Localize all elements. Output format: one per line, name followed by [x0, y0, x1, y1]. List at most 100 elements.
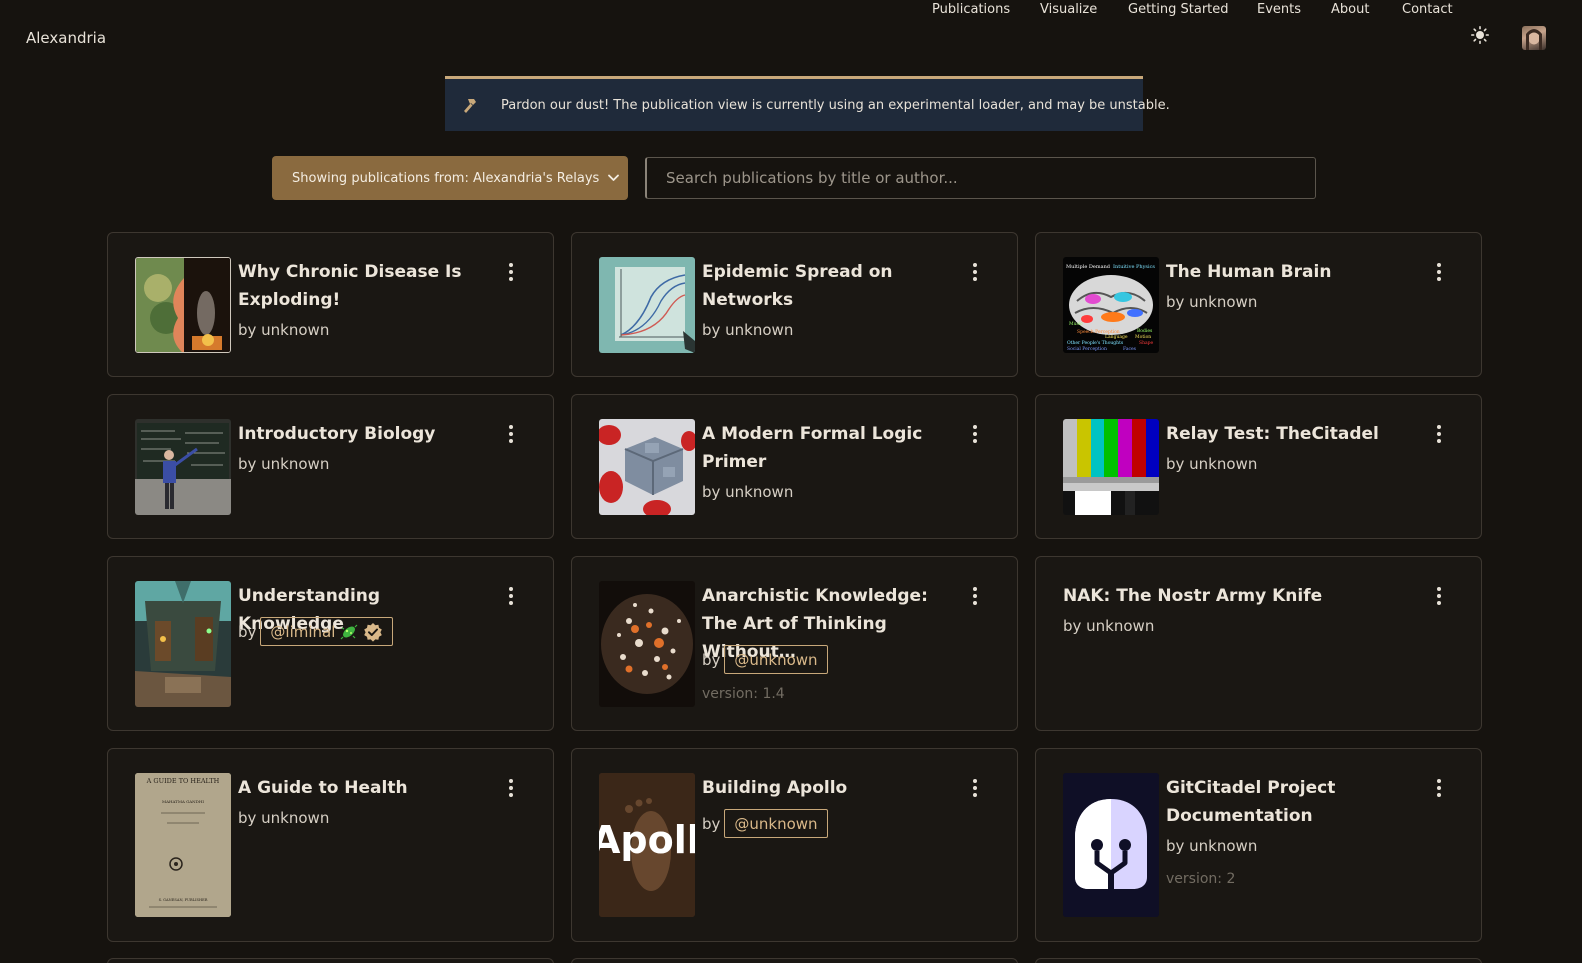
more-options-icon[interactable]: [972, 779, 978, 797]
publication-card[interactable]: Relay Test: TheCitadel by unknown: [1035, 394, 1482, 539]
publication-title[interactable]: The Human Brain: [1166, 258, 1416, 286]
publication-author: by unknown: [1166, 455, 1258, 473]
author-handle: @unknown: [734, 650, 818, 669]
publication-cover-image: [1063, 419, 1159, 515]
publication-author: by unknown: [238, 455, 330, 473]
publication-version: version: 1.4: [702, 686, 785, 702]
brain-label: Intuitive Physics: [1113, 264, 1155, 270]
microbe-emoji-icon: [340, 624, 358, 639]
more-options-icon[interactable]: [508, 425, 514, 443]
nav-publications[interactable]: Publications: [932, 2, 1010, 17]
publication-author: by @unknown: [702, 809, 828, 838]
more-options-icon[interactable]: [508, 263, 514, 281]
author-prefix: by: [702, 814, 721, 833]
relay-selector-label: Showing publications from: Alexandria's …: [292, 170, 600, 186]
author-badge[interactable]: @liminal: [260, 617, 394, 646]
publication-cover-image: Multiple Demand Intuitive Physics Music …: [1063, 257, 1159, 353]
publication-title[interactable]: NAK: The Nostr Army Knife: [1063, 582, 1413, 610]
publication-title[interactable]: Building Apollo: [702, 774, 952, 802]
brain-label: Multiple Demand: [1066, 264, 1111, 270]
publication-author: by unknown: [702, 321, 794, 339]
more-options-icon[interactable]: [508, 779, 514, 797]
brain-label: Other People's Thoughts: [1067, 340, 1124, 346]
brand-logo[interactable]: Alexandria: [26, 29, 106, 47]
publication-card-partial[interactable]: [571, 958, 1018, 963]
publication-author: by unknown: [1063, 617, 1155, 635]
publication-card-partial[interactable]: [107, 958, 554, 963]
author-prefix: by: [238, 622, 257, 641]
more-options-icon[interactable]: [1436, 587, 1442, 605]
publication-title[interactable]: Why Chronic Disease Is Exploding!: [238, 258, 488, 314]
publication-author: by unknown: [238, 321, 330, 339]
nav-events[interactable]: Events: [1257, 2, 1301, 17]
nav-visualize[interactable]: Visualize: [1040, 2, 1097, 17]
publication-cover-image: Apollo: [599, 773, 695, 917]
brain-label: Faces: [1123, 346, 1137, 352]
author-handle: @liminal: [270, 622, 336, 641]
publication-card[interactable]: Why Chronic Disease Is Exploding! by unk…: [107, 232, 554, 377]
publication-author: by @liminal: [238, 617, 394, 646]
publication-card[interactable]: Introductory Biology by unknown: [107, 394, 554, 539]
publication-cover-image: [135, 257, 231, 353]
publication-author: by unknown: [238, 809, 330, 827]
publication-card[interactable]: Anarchistic Knowledge: The Art of Thinki…: [571, 556, 1018, 731]
author-badge[interactable]: @unknown: [724, 645, 828, 674]
search-input[interactable]: [645, 157, 1316, 199]
more-options-icon[interactable]: [1436, 779, 1442, 797]
chevron-down-icon: [608, 174, 620, 181]
more-options-icon[interactable]: [972, 263, 978, 281]
hammer-icon: [464, 99, 476, 113]
book-cover-publisher: S. GANESAN, PUBLISHER: [159, 898, 208, 902]
publication-cover-image: [599, 581, 695, 707]
experimental-notice-banner: Pardon our dust! The publication view is…: [445, 76, 1170, 131]
publication-card[interactable]: Multiple Demand Intuitive Physics Music …: [1035, 232, 1482, 377]
publication-title[interactable]: Introductory Biology: [238, 420, 488, 448]
publication-cover-image: A GUIDE TO HEALTH MAHATMA GANDHI S. GANE…: [135, 773, 231, 917]
more-options-icon[interactable]: [972, 425, 978, 443]
more-options-icon[interactable]: [972, 587, 978, 605]
book-cover-title: A GUIDE TO HEALTH: [146, 777, 220, 785]
publication-cover-image: [599, 419, 695, 515]
publication-title[interactable]: Relay Test: TheCitadel: [1166, 420, 1416, 448]
publication-card-partial[interactable]: [1035, 958, 1482, 963]
brain-label: Shape: [1139, 340, 1154, 346]
nav-getting-started[interactable]: Getting Started: [1128, 2, 1229, 17]
user-avatar[interactable]: [1522, 26, 1546, 50]
publication-cover-image: [135, 419, 231, 515]
top-navbar: Alexandria Publications Visualize Gettin…: [0, 0, 1582, 76]
publication-cover-image: [1063, 773, 1159, 917]
publication-version: version: 2: [1166, 871, 1236, 887]
publication-title[interactable]: A Guide to Health: [238, 774, 488, 802]
author-badge[interactable]: @unknown: [724, 809, 828, 838]
theme-toggle-sun-icon[interactable]: [1471, 26, 1489, 44]
more-options-icon[interactable]: [508, 587, 514, 605]
publication-cover-image: [599, 257, 695, 353]
publication-card[interactable]: A GUIDE TO HEALTH MAHATMA GANDHI S. GANE…: [107, 748, 554, 942]
publication-title[interactable]: A Modern Formal Logic Primer: [702, 420, 952, 476]
publication-card[interactable]: Apollo Building Apollo by @unknown: [571, 748, 1018, 942]
author-handle: @unknown: [734, 814, 818, 833]
brain-label: Language: [1105, 334, 1128, 340]
publication-author: by unknown: [702, 483, 794, 501]
publication-title[interactable]: GitCitadel Project Documentation: [1166, 774, 1416, 830]
verified-badge-icon: [364, 622, 383, 642]
publication-card[interactable]: Epidemic Spread on Networks by unknown: [571, 232, 1018, 377]
apollo-cover-text: Apollo: [599, 818, 695, 862]
nav-contact[interactable]: Contact: [1402, 2, 1453, 17]
more-options-icon[interactable]: [1436, 425, 1442, 443]
publication-card[interactable]: Understanding Knowledge by @liminal: [107, 556, 554, 731]
publication-card[interactable]: GitCitadel Project Documentation by unkn…: [1035, 748, 1482, 942]
author-prefix: by: [702, 650, 721, 669]
brain-label: Social Perception: [1067, 346, 1107, 352]
publication-cover-image: [135, 581, 231, 707]
publication-title[interactable]: Epidemic Spread on Networks: [702, 258, 952, 314]
publication-card[interactable]: A Modern Formal Logic Primer by unknown: [571, 394, 1018, 539]
relay-selector-button[interactable]: Showing publications from: Alexandria's …: [272, 156, 628, 200]
more-options-icon[interactable]: [1436, 263, 1442, 281]
publication-author: by unknown: [1166, 837, 1258, 855]
nav-about[interactable]: About: [1331, 2, 1369, 17]
brain-label: Motion: [1135, 334, 1151, 340]
brain-label: Bodies: [1137, 328, 1153, 334]
publication-card[interactable]: NAK: The Nostr Army Knife by unknown: [1035, 556, 1482, 731]
publication-author: by unknown: [1166, 293, 1258, 311]
